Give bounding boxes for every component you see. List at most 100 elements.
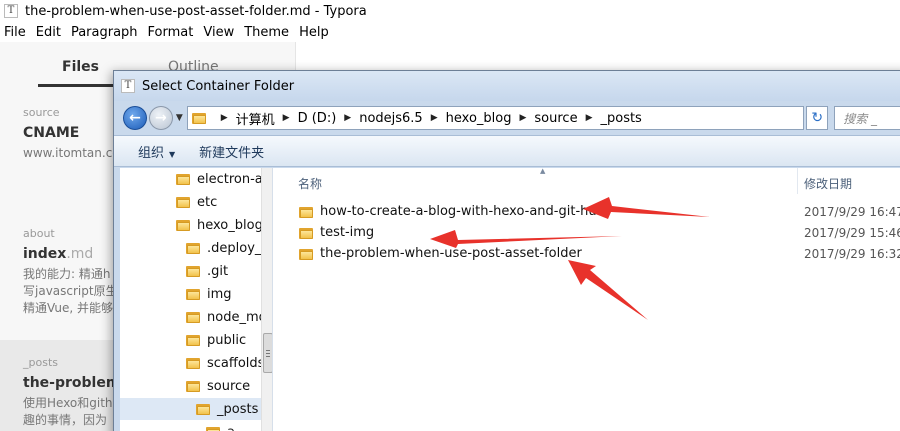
back-arrow-icon: ← bbox=[129, 110, 141, 126]
dialog-title: Select Container Folder bbox=[142, 78, 295, 94]
tree-item-git[interactable]: .git bbox=[186, 260, 228, 282]
grip-line bbox=[266, 356, 270, 357]
forward-arrow-icon: → bbox=[154, 110, 167, 126]
tree-item-public[interactable]: public bbox=[186, 329, 246, 351]
file-entry-name-text: CNAME bbox=[23, 125, 80, 141]
chevron-right-icon[interactable]: ▶ bbox=[221, 113, 228, 123]
refresh-button[interactable]: ↻ bbox=[806, 106, 829, 130]
tree-item-posts-selected[interactable]: _posts bbox=[120, 398, 261, 420]
file-row[interactable]: the-problem-when-use-post-asset-folder 2… bbox=[274, 243, 900, 264]
tree-item-label: public bbox=[207, 332, 247, 348]
folder-icon bbox=[186, 334, 200, 346]
tree-item-node-modules[interactable]: node_mo bbox=[186, 306, 267, 328]
forward-button[interactable]: → bbox=[148, 106, 173, 130]
tree-item-etc[interactable]: etc bbox=[176, 191, 217, 213]
tree-item-label: etc bbox=[197, 194, 218, 210]
search-input[interactable]: 搜索 _ bbox=[834, 106, 900, 130]
tree-item-label: scaffolds bbox=[207, 355, 265, 371]
column-header-date[interactable]: 修改日期 bbox=[804, 175, 852, 192]
folder-icon bbox=[299, 206, 313, 218]
tree-item-label: source bbox=[207, 378, 251, 394]
recent-locations-dropdown[interactable]: ▼ bbox=[176, 113, 183, 123]
menu-theme[interactable]: Theme bbox=[239, 25, 294, 40]
column-divider[interactable] bbox=[797, 168, 798, 194]
breadcrumb-posts[interactable]: _posts bbox=[600, 111, 641, 126]
menu-paragraph[interactable]: Paragraph bbox=[66, 25, 143, 40]
tree-item-label: .git bbox=[207, 263, 229, 279]
folder-icon bbox=[186, 311, 200, 323]
chevron-right-icon[interactable]: ▶ bbox=[283, 113, 290, 123]
tree-item-deploy[interactable]: .deploy_ bbox=[186, 237, 261, 259]
grip-line bbox=[266, 350, 270, 351]
file-date: 2017/9/29 16:32 bbox=[804, 246, 900, 261]
file-row[interactable]: how-to-create-a-blog-with-hexo-and-git-h… bbox=[274, 201, 900, 222]
dialog-titlebar[interactable]: T Select Container Folder bbox=[114, 71, 900, 101]
file-list: ▲ 名称 修改日期 how-to-create-a-blog-with-hexo… bbox=[274, 167, 900, 431]
folder-icon bbox=[186, 357, 200, 369]
organize-button[interactable]: 组织 ▼ bbox=[138, 142, 175, 161]
tab-files[interactable]: Files bbox=[62, 59, 99, 75]
folder-icon bbox=[191, 112, 206, 124]
menu-help[interactable]: Help bbox=[294, 25, 334, 40]
grip-line bbox=[266, 353, 270, 354]
sort-caret-icon: ▲ bbox=[540, 167, 546, 175]
chevron-right-icon[interactable]: ▶ bbox=[344, 113, 351, 123]
folder-icon bbox=[186, 288, 200, 300]
file-name: the-problem-when-use-post-asset-folder bbox=[320, 246, 582, 261]
folder-icon bbox=[299, 248, 313, 260]
file-date: 2017/9/29 16:47 bbox=[804, 204, 900, 219]
select-folder-dialog: T Select Container Folder ← → ▼ ▶ 计算机 ▶ … bbox=[113, 70, 900, 431]
folder-icon bbox=[176, 219, 190, 231]
breadcrumb-nodejs[interactable]: nodejs6.5 bbox=[359, 111, 423, 126]
navigation-tree: electron-a etc hexo_blog .deploy_ .git i… bbox=[120, 168, 273, 431]
menu-edit[interactable]: Edit bbox=[31, 25, 66, 40]
folder-icon bbox=[206, 426, 220, 431]
tree-item-label: img bbox=[207, 286, 232, 302]
new-folder-button[interactable]: 新建文件夹 bbox=[199, 142, 264, 161]
breadcrumb-source[interactable]: source bbox=[534, 111, 577, 126]
folder-icon bbox=[196, 403, 210, 415]
file-entry-name-text: index bbox=[23, 246, 67, 262]
back-button[interactable]: ← bbox=[123, 106, 147, 130]
tree-item-label: node_mo bbox=[207, 309, 267, 325]
folder-icon bbox=[176, 196, 190, 208]
address-bar[interactable]: ▶ 计算机 ▶ D (D:) ▶ nodejs6.5 ▶ hexo_blog ▶… bbox=[186, 106, 805, 130]
typora-app-icon: T bbox=[4, 4, 18, 18]
menu-file[interactable]: File bbox=[0, 25, 31, 40]
organize-label: 组织 bbox=[138, 145, 165, 161]
chevron-right-icon[interactable]: ▶ bbox=[519, 113, 526, 123]
dialog-body: electron-a etc hexo_blog .deploy_ .git i… bbox=[120, 167, 900, 431]
menu-format[interactable]: Format bbox=[143, 25, 199, 40]
window-title: the-problem-when-use-post-asset-folder.m… bbox=[25, 3, 367, 19]
tree-item-source[interactable]: source bbox=[186, 375, 250, 397]
folder-icon bbox=[299, 227, 313, 239]
tree-item-img[interactable]: img bbox=[186, 283, 232, 305]
breadcrumb-computer[interactable]: 计算机 bbox=[236, 109, 275, 128]
tree-item-hexo-blog[interactable]: hexo_blog bbox=[176, 214, 263, 236]
file-date: 2017/9/29 15:46 bbox=[804, 225, 900, 240]
column-header-name[interactable]: 名称 bbox=[298, 175, 322, 192]
file-name: test-img bbox=[320, 225, 375, 240]
breadcrumb-hexo-blog[interactable]: hexo_blog bbox=[446, 111, 512, 126]
chevron-right-icon[interactable]: ▶ bbox=[586, 113, 593, 123]
folder-icon bbox=[186, 242, 200, 254]
tree-item-label: _posts bbox=[217, 401, 259, 417]
chevron-right-icon[interactable]: ▶ bbox=[431, 113, 438, 123]
column-header-row: ▲ 名称 修改日期 bbox=[274, 167, 900, 194]
tree-item-sub[interactable]: a bbox=[206, 421, 235, 431]
file-row[interactable]: test-img 2017/9/29 15:46 bbox=[274, 222, 900, 243]
caret-down-icon: ▼ bbox=[169, 149, 176, 159]
tree-item-scaffolds[interactable]: scaffolds bbox=[186, 352, 264, 374]
scrollbar-thumb[interactable] bbox=[263, 333, 272, 373]
menu-bar: File Edit Paragraph Format View Theme He… bbox=[0, 22, 900, 42]
tree-item-label: a bbox=[227, 425, 235, 431]
menu-view[interactable]: View bbox=[198, 25, 239, 40]
refresh-icon: ↻ bbox=[811, 110, 824, 126]
address-bar-row: ← → ▼ ▶ 计算机 ▶ D (D:) ▶ nodejs6.5 ▶ hexo_… bbox=[114, 101, 900, 135]
dialog-toolbar: 组织 ▼ 新建文件夹 bbox=[114, 135, 900, 167]
tree-item-electron[interactable]: electron-a bbox=[176, 168, 263, 190]
tree-scrollbar[interactable] bbox=[261, 168, 272, 431]
tree-item-label: .deploy_ bbox=[207, 240, 262, 256]
breadcrumb-drive[interactable]: D (D:) bbox=[298, 111, 337, 126]
folder-icon bbox=[186, 380, 200, 392]
